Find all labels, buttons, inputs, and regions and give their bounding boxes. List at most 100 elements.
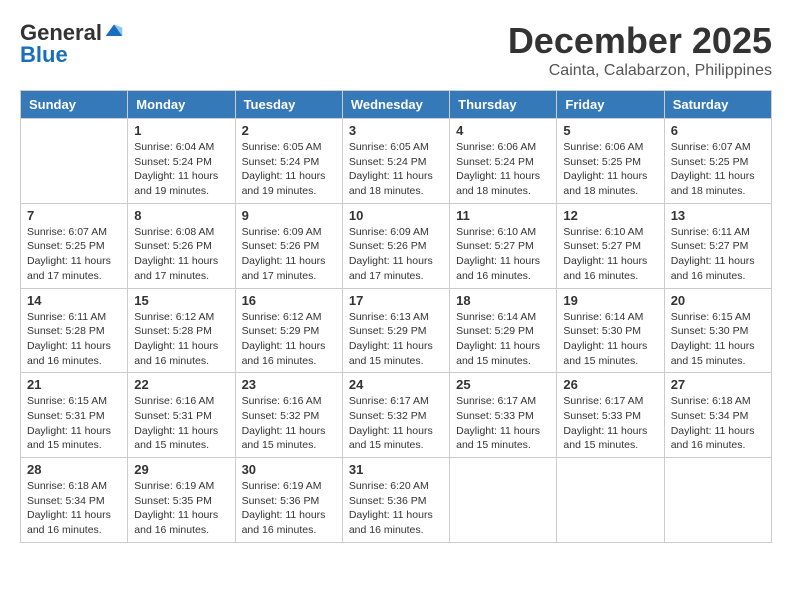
- calendar-week-row: 21Sunrise: 6:15 AMSunset: 5:31 PMDayligh…: [21, 373, 772, 458]
- day-number: 27: [671, 377, 765, 392]
- calendar-day-cell: 1 Sunrise: 6:04 AMSunset: 5:24 PMDaylight…: [128, 119, 235, 204]
- day-info: Sunrise: 6:05 AMSunset: 5:24 PMDaylight:…: [242, 140, 336, 199]
- day-info: Sunrise: 6:16 AMSunset: 5:31 PMDaylight:…: [134, 394, 228, 453]
- calendar-week-row: 14Sunrise: 6:11 AMSunset: 5:28 PMDayligh…: [21, 288, 772, 373]
- calendar-day-cell: 13 Sunrise: 6:11 AMSunset: 5:27 PMDayligh…: [664, 203, 771, 288]
- calendar-day-cell: 8 Sunrise: 6:08 AMSunset: 5:26 PMDaylight…: [128, 203, 235, 288]
- day-number: 17: [349, 293, 443, 308]
- logo-icon: [104, 21, 124, 41]
- day-info: Sunrise: 6:06 AMSunset: 5:24 PMDaylight:…: [456, 140, 550, 199]
- calendar-day-cell: [664, 458, 771, 543]
- calendar-day-cell: 6Sunrise: 6:07 AMSunset: 5:25 PMDaylight…: [664, 119, 771, 204]
- day-number: 9: [242, 208, 336, 223]
- calendar-day-cell: 18 Sunrise: 6:14 AMSunset: 5:29 PMDayligh…: [450, 288, 557, 373]
- logo: General Blue: [20, 20, 124, 68]
- day-number: 29: [134, 462, 228, 477]
- day-of-week-header: Friday: [557, 91, 664, 119]
- day-info: Sunrise: 6:04 AMSunset: 5:24 PMDaylight:…: [134, 140, 228, 199]
- day-info: Sunrise: 6:08 AMSunset: 5:26 PMDaylight:…: [134, 225, 228, 284]
- day-info: Sunrise: 6:10 AMSunset: 5:27 PMDaylight:…: [563, 225, 657, 284]
- location: Cainta, Calabarzon, Philippines: [508, 62, 772, 80]
- day-info: Sunrise: 6:19 AMSunset: 5:36 PMDaylight:…: [242, 479, 336, 538]
- day-number: 20: [671, 293, 765, 308]
- day-number: 1: [134, 123, 228, 138]
- day-number: 22: [134, 377, 228, 392]
- day-info: Sunrise: 6:14 AMSunset: 5:29 PMDaylight:…: [456, 310, 550, 369]
- day-number: 10: [349, 208, 443, 223]
- day-info: Sunrise: 6:16 AMSunset: 5:32 PMDaylight:…: [242, 394, 336, 453]
- calendar-week-row: 7 Sunrise: 6:07 AMSunset: 5:25 PMDaylight…: [21, 203, 772, 288]
- calendar-day-cell: 31 Sunrise: 6:20 AMSunset: 5:36 PMDayligh…: [342, 458, 449, 543]
- day-number: 18: [456, 293, 550, 308]
- calendar-day-cell: 11 Sunrise: 6:10 AMSunset: 5:27 PMDayligh…: [450, 203, 557, 288]
- day-number: 14: [27, 293, 121, 308]
- calendar-day-cell: 27 Sunrise: 6:18 AMSunset: 5:34 PMDayligh…: [664, 373, 771, 458]
- calendar-day-cell: 10 Sunrise: 6:09 AMSunset: 5:26 PMDayligh…: [342, 203, 449, 288]
- calendar-day-cell: 23 Sunrise: 6:16 AMSunset: 5:32 PMDayligh…: [235, 373, 342, 458]
- calendar-day-cell: 24 Sunrise: 6:17 AMSunset: 5:32 PMDayligh…: [342, 373, 449, 458]
- day-info: Sunrise: 6:11 AMSunset: 5:27 PMDaylight:…: [671, 225, 765, 284]
- day-of-week-header: Thursday: [450, 91, 557, 119]
- day-number: 31: [349, 462, 443, 477]
- day-info: Sunrise: 6:09 AMSunset: 5:26 PMDaylight:…: [242, 225, 336, 284]
- calendar-day-cell: 19Sunrise: 6:14 AMSunset: 5:30 PMDayligh…: [557, 288, 664, 373]
- day-info: Sunrise: 6:12 AMSunset: 5:29 PMDaylight:…: [242, 310, 336, 369]
- day-number: 8: [134, 208, 228, 223]
- day-number: 28: [27, 462, 121, 477]
- day-number: 6: [671, 123, 765, 138]
- day-info: Sunrise: 6:17 AMSunset: 5:33 PMDaylight:…: [456, 394, 550, 453]
- day-number: 30: [242, 462, 336, 477]
- page-header: General Blue December 2025 Cainta, Calab…: [20, 20, 772, 80]
- day-info: Sunrise: 6:17 AMSunset: 5:33 PMDaylight:…: [563, 394, 657, 453]
- calendar-week-row: 28 Sunrise: 6:18 AMSunset: 5:34 PMDayligh…: [21, 458, 772, 543]
- day-number: 12: [563, 208, 657, 223]
- day-number: 2: [242, 123, 336, 138]
- day-info: Sunrise: 6:18 AMSunset: 5:34 PMDaylight:…: [27, 479, 121, 538]
- day-info: Sunrise: 6:18 AMSunset: 5:34 PMDaylight:…: [671, 394, 765, 453]
- day-info: Sunrise: 6:09 AMSunset: 5:26 PMDaylight:…: [349, 225, 443, 284]
- day-info: Sunrise: 6:14 AMSunset: 5:30 PMDaylight:…: [563, 310, 657, 369]
- calendar-day-cell: 4 Sunrise: 6:06 AMSunset: 5:24 PMDaylight…: [450, 119, 557, 204]
- calendar-day-cell: 28 Sunrise: 6:18 AMSunset: 5:34 PMDayligh…: [21, 458, 128, 543]
- calendar-day-cell: 16 Sunrise: 6:12 AMSunset: 5:29 PMDayligh…: [235, 288, 342, 373]
- day-info: Sunrise: 6:15 AMSunset: 5:31 PMDaylight:…: [27, 394, 121, 453]
- calendar-day-cell: 30 Sunrise: 6:19 AMSunset: 5:36 PMDayligh…: [235, 458, 342, 543]
- calendar-week-row: 1 Sunrise: 6:04 AMSunset: 5:24 PMDaylight…: [21, 119, 772, 204]
- calendar-day-cell: 17 Sunrise: 6:13 AMSunset: 5:29 PMDayligh…: [342, 288, 449, 373]
- calendar-day-cell: 12 Sunrise: 6:10 AMSunset: 5:27 PMDayligh…: [557, 203, 664, 288]
- day-number: 16: [242, 293, 336, 308]
- calendar-day-cell: [557, 458, 664, 543]
- day-info: Sunrise: 6:10 AMSunset: 5:27 PMDaylight:…: [456, 225, 550, 284]
- calendar-header-row: SundayMondayTuesdayWednesdayThursdayFrid…: [21, 91, 772, 119]
- calendar-day-cell: [450, 458, 557, 543]
- calendar-day-cell: 21Sunrise: 6:15 AMSunset: 5:31 PMDayligh…: [21, 373, 128, 458]
- calendar-day-cell: [21, 119, 128, 204]
- calendar-day-cell: 15 Sunrise: 6:12 AMSunset: 5:28 PMDayligh…: [128, 288, 235, 373]
- calendar-day-cell: 22 Sunrise: 6:16 AMSunset: 5:31 PMDayligh…: [128, 373, 235, 458]
- calendar-day-cell: 9 Sunrise: 6:09 AMSunset: 5:26 PMDaylight…: [235, 203, 342, 288]
- logo-blue-text: Blue: [20, 42, 68, 68]
- title-block: December 2025 Cainta, Calabarzon, Philip…: [508, 20, 772, 80]
- day-info: Sunrise: 6:20 AMSunset: 5:36 PMDaylight:…: [349, 479, 443, 538]
- day-number: 23: [242, 377, 336, 392]
- day-number: 7: [27, 208, 121, 223]
- calendar-day-cell: 26Sunrise: 6:17 AMSunset: 5:33 PMDayligh…: [557, 373, 664, 458]
- day-number: 11: [456, 208, 550, 223]
- calendar-day-cell: 29 Sunrise: 6:19 AMSunset: 5:35 PMDayligh…: [128, 458, 235, 543]
- calendar-day-cell: 14Sunrise: 6:11 AMSunset: 5:28 PMDayligh…: [21, 288, 128, 373]
- calendar-day-cell: 25Sunrise: 6:17 AMSunset: 5:33 PMDayligh…: [450, 373, 557, 458]
- day-number: 13: [671, 208, 765, 223]
- day-of-week-header: Monday: [128, 91, 235, 119]
- calendar-day-cell: 2 Sunrise: 6:05 AMSunset: 5:24 PMDaylight…: [235, 119, 342, 204]
- day-info: Sunrise: 6:17 AMSunset: 5:32 PMDaylight:…: [349, 394, 443, 453]
- day-info: Sunrise: 6:19 AMSunset: 5:35 PMDaylight:…: [134, 479, 228, 538]
- day-info: Sunrise: 6:12 AMSunset: 5:28 PMDaylight:…: [134, 310, 228, 369]
- day-info: Sunrise: 6:13 AMSunset: 5:29 PMDaylight:…: [349, 310, 443, 369]
- month-title: December 2025: [508, 20, 772, 62]
- day-number: 4: [456, 123, 550, 138]
- calendar-day-cell: 3Sunrise: 6:05 AMSunset: 5:24 PMDaylight…: [342, 119, 449, 204]
- day-info: Sunrise: 6:07 AMSunset: 5:25 PMDaylight:…: [27, 225, 121, 284]
- day-number: 15: [134, 293, 228, 308]
- day-number: 24: [349, 377, 443, 392]
- day-of-week-header: Tuesday: [235, 91, 342, 119]
